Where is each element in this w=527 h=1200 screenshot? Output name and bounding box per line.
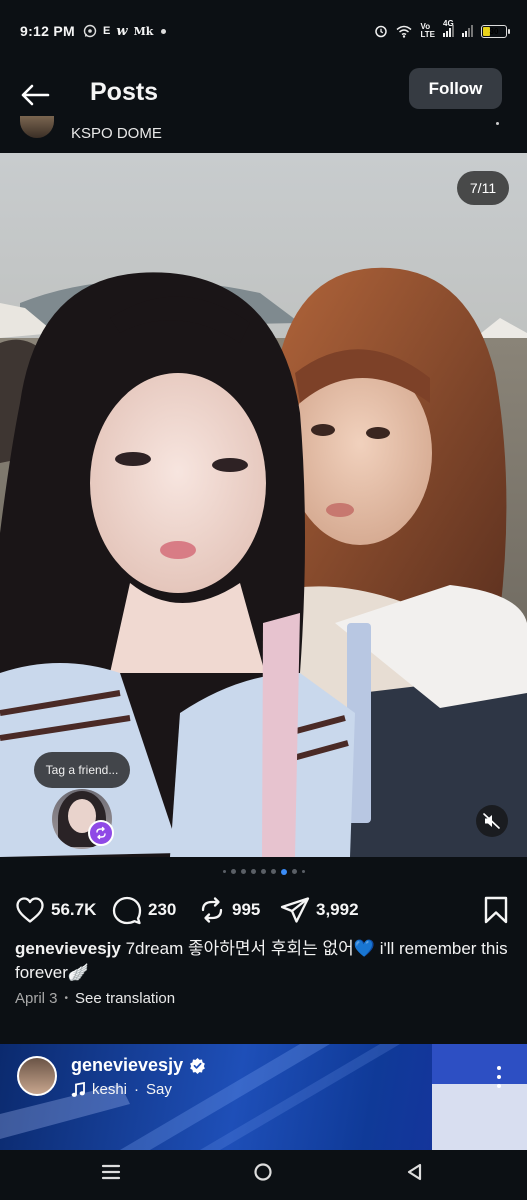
network-type-label: 4G [443,19,454,28]
repost-count: 995 [232,900,261,919]
next-post-more-button[interactable] [494,1066,504,1088]
post-meta: April 3 • See translation [15,990,175,1007]
speaker-muted-icon [483,813,500,829]
caption-username[interactable]: genevievesjy [15,939,121,958]
like-button[interactable]: 56.7K [15,890,96,930]
separator-dot: • [64,993,69,1004]
like-count: 56.7K [51,900,97,919]
carousel-dot [222,870,226,873]
heart-icon [16,897,44,923]
music-song: Say [146,1081,172,1098]
whatsapp-icon [83,24,97,38]
volte-icon: Vo LTE [420,22,435,39]
next-post-avatar[interactable] [17,1056,57,1096]
triangle-back-icon [407,1163,422,1181]
recent-apps-button[interactable] [101,1162,121,1187]
carousel-dot [250,869,256,874]
header: Posts Follow KSPO DOME [0,62,527,152]
w-icon: w [116,23,128,39]
system-navigation-bar [0,1150,527,1200]
next-post-user[interactable]: genevievesjy [71,1055,206,1076]
send-icon [280,897,310,923]
music-note-icon [71,1081,85,1097]
alarm-icon [375,25,388,38]
signal-icon-2 [462,25,473,37]
image-counter: 7/11 [457,171,509,205]
repost-button[interactable]: 995 [198,890,260,930]
mute-button[interactable] [476,805,508,837]
carousel-dot [260,869,266,874]
battery-icon: 30 [481,24,510,38]
e-icon: E [103,25,111,37]
carousel-dots [0,868,527,875]
home-button[interactable] [253,1162,273,1187]
home-circle-icon [254,1163,272,1181]
bookmark-icon [484,896,508,924]
share-count: 3,992 [316,900,359,919]
comment-count: 230 [148,900,177,919]
carousel-dot-active [280,868,287,875]
signal-icon: 4G [443,19,454,37]
mk-icon: Mk [133,24,154,38]
comment-icon [112,896,142,925]
dot-icon [161,28,167,34]
menu-lines-icon [101,1164,121,1180]
carousel-dot [240,869,246,874]
post-location[interactable]: KSPO DOME [71,125,162,142]
more-options-dot[interactable] [496,122,499,125]
wifi-icon [396,25,412,38]
share-button[interactable]: 3,992 [280,890,359,930]
carousel-dot [301,870,305,873]
next-post-music[interactable]: keshi · Say [71,1081,172,1098]
status-bar: 9:12 PM E w Mk Vo LTE 4G 30 [0,0,527,62]
back-button[interactable] [18,80,52,110]
repost-icon [201,897,223,923]
next-post-username: genevievesjy [71,1055,184,1075]
post-caption: genevievesjy 7dream 좋아하면서 후회는 없어💙 i'll r… [15,937,520,985]
comment-button[interactable]: 230 [112,890,176,930]
page-title: Posts [90,78,159,106]
status-time: 9:12 PM [20,23,76,39]
verified-badge-icon [190,1057,205,1074]
follow-button[interactable]: Follow [409,68,502,109]
carousel-dot [291,869,297,874]
see-translation-link[interactable]: See translation [75,990,175,1007]
music-separator: · [134,1081,140,1098]
repost-badge-icon [88,820,114,846]
post-date: April 3 [15,990,58,1007]
save-button[interactable] [483,896,509,929]
author-avatar[interactable] [20,116,54,138]
tag-friend-prompt[interactable]: Tag a friend... [34,752,130,788]
music-artist: keshi [92,1081,128,1098]
carousel-dot [270,869,276,874]
carousel-dot [230,869,236,874]
back-nav-button[interactable] [405,1162,425,1187]
arrow-left-icon [21,84,50,106]
post-actions: 56.7K 230 995 3,992 [0,890,527,930]
